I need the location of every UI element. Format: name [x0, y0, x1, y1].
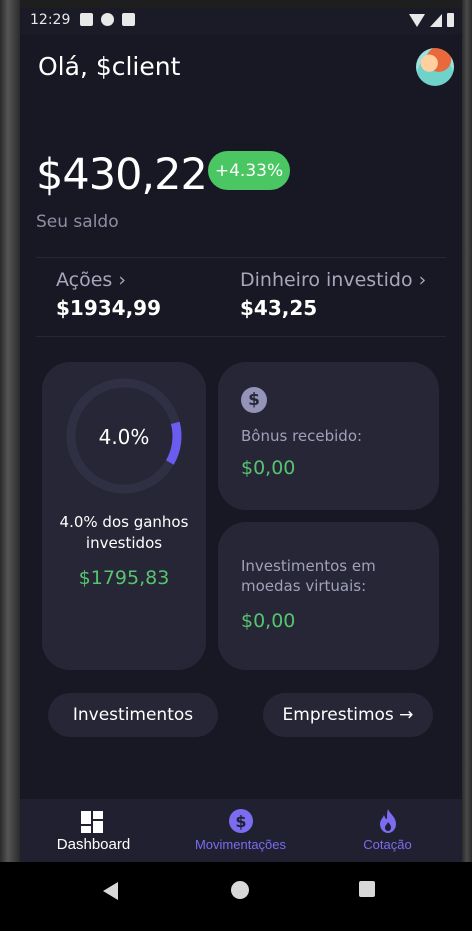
nav-movimentacoes[interactable]: $ Movimentações — [167, 799, 314, 862]
app-screen: 12:29 Olá, $client $430,22 +4.33% Seu sa… — [20, 8, 462, 862]
virtual-currency-label: Investimentos em moedas virtuais: — [241, 557, 376, 595]
chevron-right-icon: › — [418, 269, 427, 291]
chevron-right-icon: › — [118, 269, 126, 291]
loans-button[interactable]: Emprestimos → — [263, 693, 433, 737]
sd-card-icon — [122, 13, 135, 26]
device-frame-right — [462, 0, 472, 931]
investments-button[interactable]: Investimentos — [48, 693, 218, 737]
recent-apps-icon[interactable] — [359, 881, 375, 897]
app-notification-icon — [101, 13, 114, 26]
gains-value: $1795,83 — [78, 567, 170, 589]
balance-change-badge: +4.33% — [208, 151, 290, 190]
nav-cotacao[interactable]: Cotação — [314, 799, 461, 862]
dashboard-icon — [81, 811, 103, 833]
device-frame-left — [0, 0, 20, 931]
signal-icon — [430, 14, 442, 27]
stat-acoes-value: $1934,99 — [56, 296, 162, 320]
gains-percent: 4.0% — [98, 425, 150, 449]
status-time: 12:29 — [30, 12, 71, 28]
balance-label: Seu saldo — [36, 212, 119, 232]
bonus-label: Bônus recebido: — [241, 427, 363, 445]
dollar-icon: $ — [241, 387, 267, 413]
greeting-title: Olá, $client — [38, 52, 181, 81]
bonus-value: $0,00 — [241, 457, 296, 479]
gains-description: 4.0% dos ganhos investidos — [59, 513, 189, 552]
divider-top — [36, 257, 446, 258]
virtual-currency-card — [218, 522, 439, 670]
stat-acoes-label: Ações — [56, 269, 113, 291]
status-bar: 12:29 — [20, 8, 462, 34]
notification-icon — [80, 13, 93, 26]
balance-amount: $430,22 — [36, 150, 208, 200]
nav-dashboard[interactable]: Dashboard — [20, 799, 167, 862]
divider-bottom — [36, 336, 446, 337]
battery-icon — [447, 13, 454, 27]
flame-icon — [380, 809, 396, 833]
avatar[interactable] — [416, 48, 454, 86]
wifi-icon — [409, 14, 425, 27]
home-icon[interactable] — [231, 881, 249, 899]
nav-dashboard-label: Dashboard — [56, 836, 131, 853]
stat-dinheiro-investido-value: $43,25 — [240, 296, 318, 320]
virtual-currency-value: $0,00 — [241, 610, 296, 632]
dollar-circle-icon: $ — [229, 809, 253, 833]
bottom-nav: Dashboard $ Movimentações Cotação — [20, 799, 462, 862]
system-status-icons — [409, 13, 454, 27]
nav-movimentacoes-label: Movimentações — [194, 837, 287, 852]
nav-cotacao-label: Cotação — [363, 837, 412, 852]
stat-dinheiro-investido-label: Dinheiro investido — [240, 269, 413, 291]
back-icon[interactable] — [103, 882, 118, 900]
notification-icons — [80, 13, 135, 26]
